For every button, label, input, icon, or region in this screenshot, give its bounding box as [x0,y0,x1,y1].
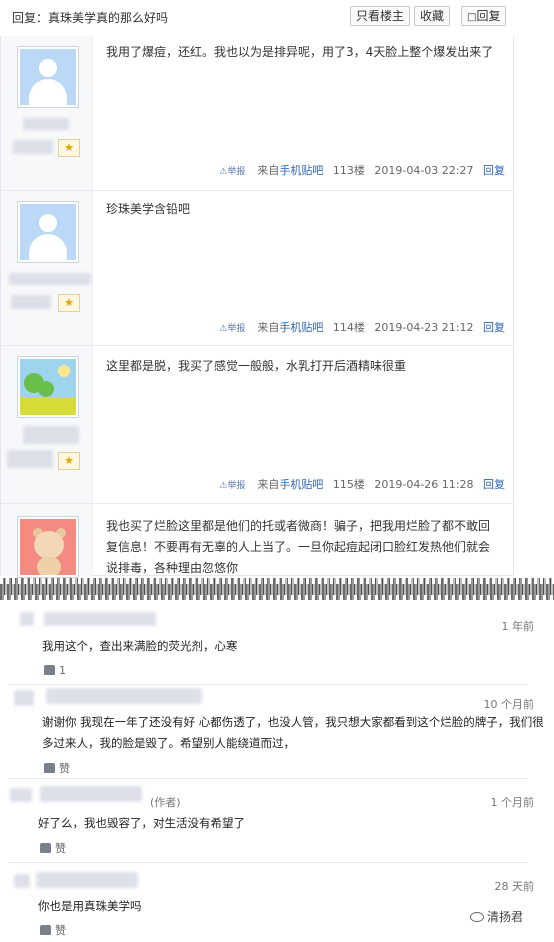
like-label: 赞 [55,842,66,855]
level-badge-icon: ★ [58,294,80,312]
comment-text: 谢谢你 我现在一年了还没有好 心都伤透了，也没人管，我只想大家都看到这个烂脸的牌… [42,715,544,750]
level-blurred [13,140,53,154]
commenter-name-blurred[interactable] [40,786,142,802]
source-prefix: 来自 [257,478,280,491]
floor-number: 114楼 [332,321,365,334]
source-link[interactable]: 手机贴吧 [279,321,323,334]
comment-time: 28 天前 [494,880,535,893]
post-reply-link[interactable]: 回复 [483,478,505,491]
watermark-text: 清扬君 [487,910,524,924]
source-prefix: 来自 [257,164,280,177]
post-item: ★ 珍珠美学含铅吧 ⚠举报 来自手机贴吧 114楼 2019-04-23 21:1… [1,191,513,346]
bear-avatar-icon [20,519,76,575]
commenter-name-blurred[interactable] [46,688,202,704]
post-time: 2019-04-03 22:27 [374,164,474,177]
comment-text: 好了么，我也毁容了，对生活没有希望了 [38,816,245,830]
divider [8,684,528,685]
username-blurred[interactable] [9,273,91,285]
commenter-avatar[interactable] [10,788,32,802]
thread-title: 回复：真珠美学真的那么好吗 [12,11,169,25]
torn-edge-divider [0,578,554,600]
floor-number: 115楼 [332,478,365,491]
comment-time: 1 个月前 [490,796,535,809]
thumbs-up-icon [44,763,55,773]
like-label: 赞 [59,762,70,775]
divider [8,778,528,779]
comment-item: 28 天前 你也是用真珠美学吗 赞 [0,866,554,942]
floor-number: 113楼 [332,164,365,177]
comment-text: 你也是用真珠美学吗 [38,899,142,913]
commenter-avatar[interactable] [14,874,30,888]
post-time: 2019-04-23 21:12 [374,321,474,334]
source-prefix: 来自 [257,321,280,334]
favorite-button[interactable]: 收藏 [414,6,451,26]
reply-button[interactable]: □回复 [461,6,507,26]
username-blurred[interactable] [23,118,69,130]
commenter-avatar[interactable] [20,612,34,626]
like-button[interactable]: 1 [44,664,66,677]
post-content: 珍珠美学含铅吧 [106,202,191,216]
report-link[interactable]: ⚠举报 [219,481,245,491]
thumbs-up-icon [44,665,55,675]
like-button[interactable]: 赞 [40,922,66,938]
comment-item: 10 个月前 谢谢你 我现在一年了还没有好 心都伤透了，也没人管，我只想大家都看… [0,688,554,780]
source-link[interactable]: 手机贴吧 [279,478,323,491]
like-button[interactable]: 赞 [40,840,66,856]
comment-time: 10 个月前 [483,698,535,711]
report-link[interactable]: ⚠举报 [219,167,245,177]
post-time: 2019-04-26 11:28 [374,478,474,491]
commenter-name-blurred[interactable] [44,612,156,626]
default-avatar-icon [20,204,76,260]
divider [8,862,528,863]
post-item: ★ 我用了爆痘，还红。我也以为是排异呢，用了3，4天脸上整个爆发出来了 ⚠举报 来… [1,36,513,191]
comment-text: 我用这个，查出来满脸的荧光剂，心寒 [42,639,238,653]
avatar[interactable] [17,46,79,108]
report-link[interactable]: ⚠举报 [219,324,245,334]
watermark: 清扬君 [470,908,523,925]
author-tag: (作者) [150,796,181,809]
post-meta: ⚠举报 来自手机贴吧 115楼 2019-04-26 11:28 回复 [213,476,505,492]
comment-item: 1 年前 我用这个，查出来满脸的荧光剂，心寒 1 [0,606,554,686]
post-meta: ⚠举报 来自手机贴吧 113楼 2019-04-03 22:27 回复 [213,162,505,178]
post-item: ★ 这里都是脱，我买了感觉一般般，水乳打开后酒精味很重 ⚠举报 来自手机贴吧 11… [1,346,513,504]
like-count: 1 [59,664,66,677]
post-list: ★ 我用了爆痘，还红。我也以为是排异呢，用了3，4天脸上整个爆发出来了 ⚠举报来… [0,36,514,578]
post-reply-link[interactable]: 回复 [483,164,505,177]
only-op-button[interactable]: 只看楼主 [350,6,411,26]
source-link[interactable]: 手机贴吧 [279,164,323,177]
thumbs-up-icon [40,843,51,853]
post-item: 我也买了烂脸这里都是他们的托或者微商！骗子，把我用烂脸了都不敢回复信息！不要再有… [1,504,513,578]
level-badge-icon: ★ [58,139,80,157]
post-content: 这里都是脱，我买了感觉一般般，水乳打开后酒精味很重 [106,359,407,373]
reply-button-label: 回复 [476,9,501,23]
commenter-name-blurred[interactable] [36,872,138,888]
thread-header: 回复：真珠美学真的那么好吗 只看楼主 收藏 □回复 [0,0,554,34]
username-blurred[interactable] [23,426,79,444]
avatar[interactable] [17,516,79,578]
level-blurred [7,450,53,468]
post-content: 我也买了烂脸这里都是他们的托或者微商！骗子，把我用烂脸了都不敢回复信息！不要再有… [106,519,491,575]
like-button[interactable]: 赞 [44,760,70,776]
default-avatar-icon [20,49,76,105]
avatar[interactable] [17,201,79,263]
avatar[interactable] [17,356,79,418]
commenter-avatar[interactable] [14,690,34,706]
like-label: 赞 [55,924,66,937]
comment-item: (作者) 1 个月前 好了么，我也毁容了，对生活没有希望了 赞 [0,782,554,864]
comment-time: 1 年前 [501,620,535,633]
level-blurred [11,295,51,309]
post-content: 我用了爆痘，还红。我也以为是排异呢，用了3，4天脸上整个爆发出来了 [106,45,494,59]
wechat-icon [470,912,484,922]
landscape-avatar-icon [20,359,76,415]
post-reply-link[interactable]: 回复 [483,321,505,334]
level-badge-icon: ★ [58,452,80,470]
thumbs-up-icon [40,925,51,935]
post-meta: ⚠举报 来自手机贴吧 114楼 2019-04-23 21:12 回复 [213,319,505,335]
